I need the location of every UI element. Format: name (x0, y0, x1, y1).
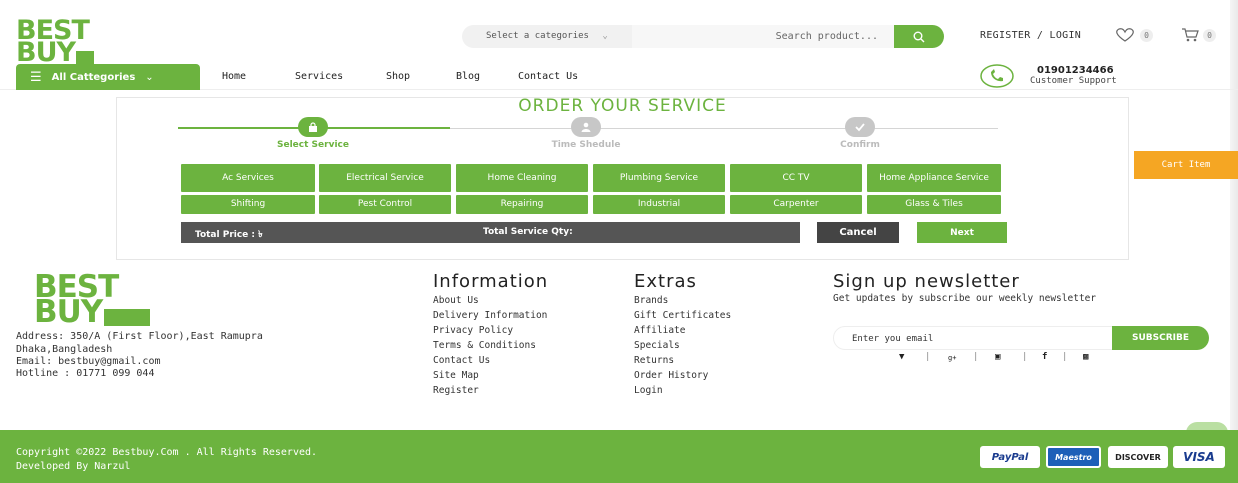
footer-link-register[interactable]: Register (433, 385, 479, 396)
step-indicator-time-shedule (571, 117, 601, 137)
footer-link-order-history[interactable]: Order History (634, 370, 708, 381)
copyright-text: Copyright ©2022 Bestbuy.Com . All Rights… (16, 447, 318, 458)
search-input[interactable]: Search product... (632, 25, 894, 48)
service-ac-services[interactable]: Ac Services (181, 164, 315, 192)
service-home-cleaning[interactable]: Home Cleaning (456, 164, 588, 192)
nav-link-blog[interactable]: Blog (456, 71, 480, 82)
footer-link-gift-certificates[interactable]: Gift Certificates (634, 310, 731, 321)
cart-icon (1182, 28, 1199, 42)
service-home-appliance[interactable]: Home Appliance Service (867, 164, 1001, 192)
user-icon (581, 122, 591, 132)
footer-link-site-map[interactable]: Site Map (433, 370, 479, 381)
step-label-confirm: Confirm (840, 140, 880, 150)
order-summary-bar: Total Price : ৳ Total Service Qty: (181, 222, 800, 243)
lock-icon (309, 122, 317, 132)
newsletter-description: Get updates by subscribe our weekly news… (833, 293, 1097, 304)
footer-city: Dhaka,Bangladesh (16, 344, 113, 355)
step-indicator-select-service (298, 117, 328, 137)
step-label-time-shedule: Time Shedule (551, 140, 621, 150)
service-industrial[interactable]: Industrial (593, 195, 725, 214)
cart-count-badge: 0 (1203, 28, 1216, 42)
check-icon (855, 123, 865, 132)
customer-support-label: Customer Support (1030, 76, 1117, 86)
cart-item-tab[interactable]: Cart Item (1134, 151, 1238, 179)
service-cc-tv[interactable]: CC TV (730, 164, 862, 192)
footer-logo: BEST BUY (34, 271, 151, 328)
register-login-link[interactable]: REGISTER / LOGIN (980, 30, 1081, 41)
developer-credit: Developed By Narzul (16, 461, 131, 472)
footer-link-terms[interactable]: Terms & Conditions (433, 340, 536, 351)
nav-link-home[interactable]: Home (222, 71, 246, 82)
nav-link-services[interactable]: Services (295, 71, 343, 82)
logo-line-2: BUY (16, 39, 95, 66)
heart-icon (1116, 28, 1134, 42)
extras-heading: Extras (634, 271, 697, 292)
service-carpenter[interactable]: Carpenter (730, 195, 862, 214)
social-separator: | (973, 352, 979, 362)
header-logo[interactable]: BEST BUY (16, 17, 95, 66)
service-plumbing[interactable]: Plumbing Service (593, 164, 725, 192)
chevron-down-icon: ⌄ (145, 71, 154, 83)
search-button[interactable] (894, 25, 944, 48)
all-categories-button[interactable]: ☰ All Cattegories ⌄ (16, 64, 200, 90)
service-repairing[interactable]: Repairing (456, 195, 588, 214)
service-glass-tiles[interactable]: Glass & Tiles (867, 195, 1001, 214)
nav-link-shop[interactable]: Shop (386, 71, 410, 82)
discover-logo: DISCOVER (1108, 446, 1168, 468)
nav-link-contact-us[interactable]: Contact Us (518, 71, 578, 82)
footer-email: Email: bestbuy@gmail.com (16, 356, 161, 367)
newsletter-email-input[interactable]: Enter you email (833, 326, 1113, 350)
wishlist-button[interactable]: 0 (1114, 27, 1153, 43)
service-pest-control[interactable]: Pest Control (319, 195, 451, 214)
maestro-logo: Maestro (1046, 446, 1101, 468)
footer-address: Address: 350/A (First Floor),East Ramupr… (16, 331, 263, 342)
chevron-down-icon: ⌄ (602, 31, 608, 41)
step-label-select-service: Select Service (277, 140, 349, 150)
service-electrical[interactable]: Electrical Service (319, 164, 451, 192)
youtube-icon[interactable]: ▣ (995, 352, 1000, 362)
hamburger-icon: ☰ (30, 69, 42, 85)
information-heading: Information (433, 271, 549, 292)
instagram-icon[interactable]: ▩ (1083, 352, 1088, 362)
step-progress-line-pending (450, 128, 998, 129)
twitter-icon[interactable]: ▼ (899, 352, 904, 362)
phone-support-icon (980, 64, 1014, 88)
search-icon (913, 31, 925, 42)
order-service-title: ORDER YOUR SERVICE (518, 96, 727, 116)
social-separator: | (1062, 352, 1068, 362)
newsletter-heading: Sign up newsletter (833, 271, 1020, 292)
footer-link-specials[interactable]: Specials (634, 340, 680, 351)
social-separator: | (1022, 352, 1028, 362)
cart-button[interactable]: 0 (1181, 27, 1216, 43)
google-plus-icon[interactable]: g+ (948, 354, 956, 362)
total-service-qty-label: Total Service Qty: (483, 227, 573, 237)
footer-link-login[interactable]: Login (634, 385, 663, 396)
footer-link-brands[interactable]: Brands (634, 295, 668, 306)
social-separator: | (925, 352, 931, 362)
cancel-button[interactable]: Cancel (817, 222, 899, 243)
footer-link-returns[interactable]: Returns (634, 355, 674, 366)
category-select[interactable]: Select a categories ⌄ (462, 25, 632, 48)
support-phone-number: 01901234466 (1037, 65, 1114, 76)
total-price-label: Total Price : ৳ (195, 230, 263, 240)
footer-link-privacy-policy[interactable]: Privacy Policy (433, 325, 513, 336)
footer-link-contact-us[interactable]: Contact Us (433, 355, 490, 366)
visa-logo: VISA (1173, 446, 1225, 468)
service-shifting[interactable]: Shifting (181, 195, 315, 214)
subscribe-button[interactable]: SUBSCRIBE (1112, 326, 1209, 350)
paypal-logo: PayPal (980, 446, 1040, 468)
wishlist-count-badge: 0 (1140, 28, 1153, 42)
step-indicator-confirm (845, 117, 875, 137)
footer-link-about-us[interactable]: About Us (433, 295, 479, 306)
facebook-icon[interactable]: f (1042, 352, 1047, 362)
footer-link-affiliate[interactable]: Affiliate (634, 325, 685, 336)
footer-link-delivery-info[interactable]: Delivery Information (433, 310, 547, 321)
next-button[interactable]: Next (917, 222, 1007, 243)
footer-hotline: Hotline : 01771 099 044 (16, 368, 155, 379)
